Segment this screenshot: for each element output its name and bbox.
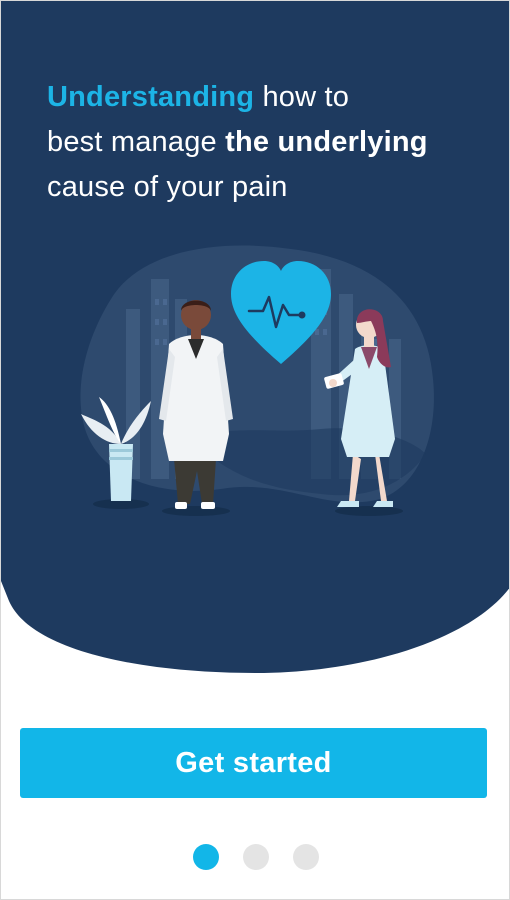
pager-indicator [1, 844, 509, 870]
pager-dot-3[interactable] [293, 844, 319, 870]
pager-dot-1[interactable] [193, 844, 219, 870]
app-screen: Understanding how to best manage the und… [0, 0, 510, 900]
doctors-illustration [80, 245, 434, 516]
headline-part2: best manage [47, 126, 226, 158]
hero-panel: Understanding how to best manage the und… [1, 1, 509, 673]
headline-accent: Understanding [47, 81, 255, 113]
headline-part3: cause of your pain [47, 171, 288, 203]
onboarding-headline: Understanding how to best manage the und… [47, 75, 487, 210]
headline-part1: how to [254, 81, 350, 113]
get-started-button[interactable]: Get started [20, 728, 487, 798]
headline-strong: the underlying [225, 126, 428, 158]
pager-dot-2[interactable] [243, 844, 269, 870]
